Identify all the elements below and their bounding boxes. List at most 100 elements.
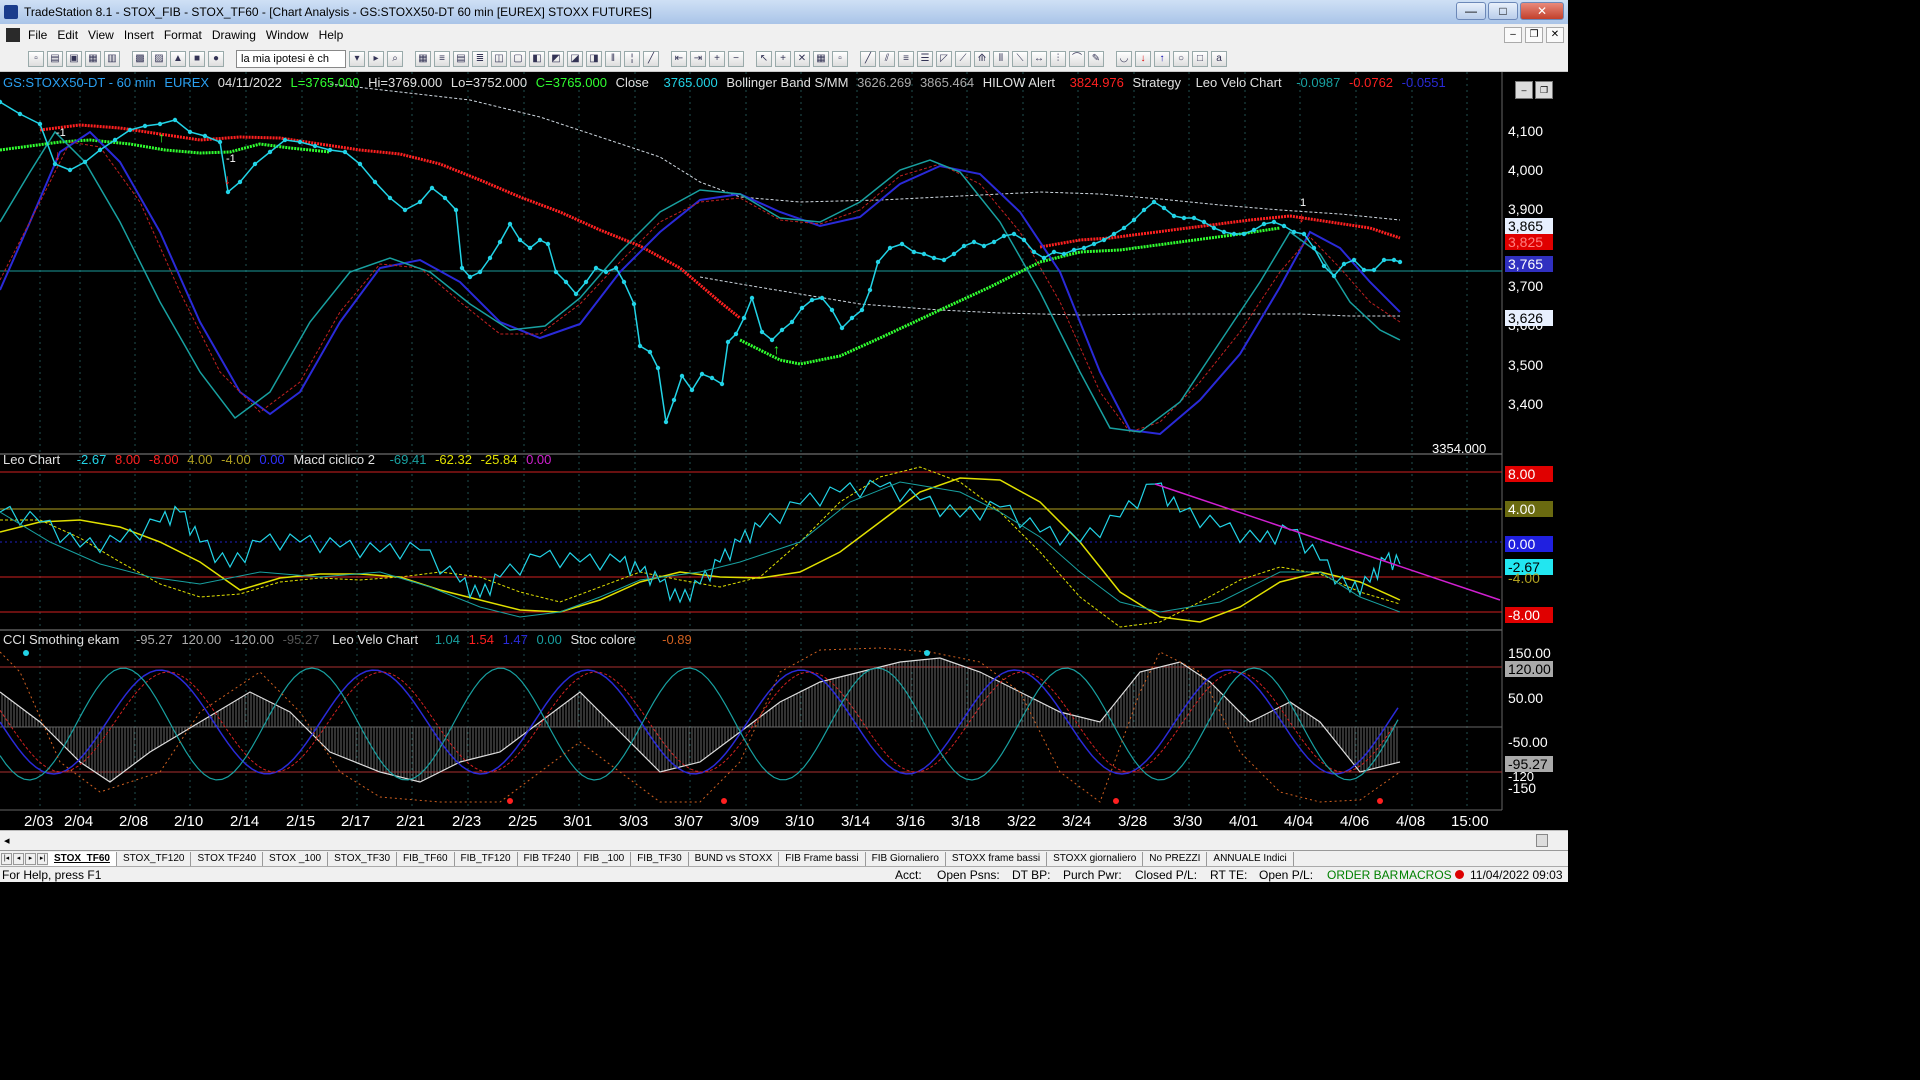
tab-no-prezzi[interactable]: No PREZZI <box>1143 851 1208 866</box>
chevron-down-icon[interactable]: ▾ <box>349 50 365 67</box>
time-zones-icon[interactable]: ⫶ <box>1050 50 1066 67</box>
horizontal-line-icon[interactable]: ≡ <box>898 50 914 67</box>
tab-prev-icon[interactable]: ◂ <box>13 852 24 865</box>
print-icon[interactable]: ▩ <box>132 50 148 67</box>
tab-first-icon[interactable]: |◂ <box>1 852 12 865</box>
format-icon[interactable]: ▦ <box>813 50 829 67</box>
tab-fib-tf30[interactable]: FIB_TF30 <box>631 851 689 866</box>
tools-icon[interactable]: ✕ <box>794 50 810 67</box>
document-icon[interactable] <box>6 28 20 42</box>
tab-stoxx-giornaliero[interactable]: STOXX giornaliero <box>1047 851 1144 866</box>
tab-last-icon[interactable]: ▸| <box>37 852 48 865</box>
bars-icon[interactable]: ‖ <box>605 50 621 67</box>
ellipse-icon[interactable]: ○ <box>1173 50 1189 67</box>
options-icon[interactable]: ◩ <box>548 50 564 67</box>
menu-insert[interactable]: Insert <box>124 28 162 42</box>
menu-format[interactable]: Format <box>164 28 210 42</box>
tab-stox-tf120[interactable]: STOX_TF120 <box>117 851 192 866</box>
chart-icon[interactable]: ▦ <box>415 50 431 67</box>
lock-icon[interactable]: ■ <box>189 50 205 67</box>
strategy-icon[interactable]: ◨ <box>586 50 602 67</box>
pointer-icon[interactable]: ↖ <box>756 50 772 67</box>
tab-fib-giornaliero[interactable]: FIB Giornaliero <box>866 851 946 866</box>
line-icon[interactable]: ╱ <box>643 50 659 67</box>
portfolio-icon[interactable]: ◪ <box>567 50 583 67</box>
matrix-icon[interactable]: ▤ <box>453 50 469 67</box>
radar-icon[interactable]: ≡ <box>434 50 450 67</box>
blank-icon[interactable]: ▫ <box>832 50 848 67</box>
arc-line-icon[interactable]: ◡ <box>1116 50 1132 67</box>
chart-canvas[interactable]: -1 -1 1 -1 ↓ ↓ ↑ ↑ ↓ <box>0 72 1568 830</box>
order-bar-button[interactable]: ORDER BAR <box>1327 868 1398 882</box>
pane-minimize-button[interactable]: – <box>1515 81 1533 99</box>
hotlist-icon[interactable]: ≣ <box>472 50 488 67</box>
alert-icon[interactable]: ▲ <box>170 50 186 67</box>
close-button[interactable]: ✕ <box>1520 2 1564 20</box>
print-preview-icon[interactable]: ▨ <box>151 50 167 67</box>
scrollbar-thumb[interactable] <box>1536 834 1548 847</box>
macros-button[interactable]: MACROS <box>1399 868 1452 882</box>
scroll-right-icon[interactable]: ⇥ <box>690 50 706 67</box>
pane-restore-button[interactable]: ❐ <box>1535 81 1553 99</box>
tab-fib-tf120[interactable]: FIB_TF120 <box>455 851 518 866</box>
arc-icon[interactable]: ⌒ <box>1069 50 1085 67</box>
regression-icon[interactable]: ⟍ <box>1012 50 1028 67</box>
andrews-icon[interactable]: ⟰ <box>974 50 990 67</box>
tab-fib-tf240[interactable]: FIB TF240 <box>518 851 578 866</box>
candles-icon[interactable]: ¦ <box>624 50 640 67</box>
tab-stoxx-frame-bassi[interactable]: STOXX frame bassi <box>946 851 1048 866</box>
fibonacci-icon[interactable]: ☰ <box>917 50 933 67</box>
crosshair-icon[interactable]: + <box>775 50 791 67</box>
cycle-icon[interactable]: ⦀ <box>993 50 1009 67</box>
menu-drawing[interactable]: Drawing <box>212 28 264 42</box>
paste-icon[interactable]: ▥ <box>104 50 120 67</box>
play-icon[interactable]: ▸ <box>368 50 384 67</box>
arrow-lr-icon[interactable]: ↔ <box>1031 50 1047 67</box>
new-icon[interactable]: ▫ <box>28 50 44 67</box>
scroll-left-arrow-icon[interactable]: ◂ <box>4 834 10 847</box>
arrow-up-icon[interactable]: ↑ <box>1154 50 1170 67</box>
mdi-minimize-button[interactable]: – <box>1504 27 1522 43</box>
tab-stox-tf240[interactable]: STOX TF240 <box>191 851 264 866</box>
tab-bund-vs-stoxx[interactable]: BUND vs STOXX <box>689 851 780 866</box>
mdi-restore-button[interactable]: ❐ <box>1525 27 1543 43</box>
speed-lines-icon[interactable]: ⟋ <box>955 50 971 67</box>
channel-icon[interactable]: ⫽ <box>879 50 895 67</box>
tab-stox-tf60[interactable]: STOX_TF60 <box>48 851 117 866</box>
save-icon[interactable]: ▣ <box>66 50 82 67</box>
mdi-close-button[interactable]: ✕ <box>1546 27 1564 43</box>
maximize-button[interactable]: □ <box>1488 2 1518 20</box>
open-icon[interactable]: ▤ <box>47 50 63 67</box>
pen-icon[interactable]: ✎ <box>1088 50 1104 67</box>
trendline-icon[interactable]: ╱ <box>860 50 876 67</box>
quote-icon[interactable]: ◫ <box>491 50 507 67</box>
menu-view[interactable]: View <box>88 28 122 42</box>
copy-icon[interactable]: ▦ <box>85 50 101 67</box>
tab-fib-frame-bassi[interactable]: FIB Frame bassi <box>779 851 866 866</box>
search-icon[interactable]: ⌕ <box>387 50 403 67</box>
text-icon[interactable]: a <box>1211 50 1227 67</box>
menu-edit[interactable]: Edit <box>57 28 86 42</box>
rectangle-icon[interactable]: □ <box>1192 50 1208 67</box>
menu-help[interactable]: Help <box>319 28 352 42</box>
zoom-out-icon[interactable]: − <box>728 50 744 67</box>
tab-stox-tf30[interactable]: STOX_TF30 <box>328 851 398 866</box>
tab-stox-100[interactable]: STOX _100 <box>263 851 329 866</box>
menu-window[interactable]: Window <box>266 28 317 42</box>
zoom-in-icon[interactable]: + <box>709 50 725 67</box>
arrow-down-icon[interactable]: ↓ <box>1135 50 1151 67</box>
tab-next-icon[interactable]: ▸ <box>25 852 36 865</box>
tab-fib-100[interactable]: FIB _100 <box>578 851 632 866</box>
tab-fib-tf60[interactable]: FIB_TF60 <box>397 851 455 866</box>
gann-icon[interactable]: ◸ <box>936 50 952 67</box>
scanner-icon[interactable]: ◧ <box>529 50 545 67</box>
minimize-button[interactable]: — <box>1456 2 1486 20</box>
news-icon[interactable]: ▢ <box>510 50 526 67</box>
workspace-select[interactable]: la mia ipotesi è ch <box>236 49 346 68</box>
globe-icon[interactable]: ● <box>208 50 224 67</box>
horizontal-scrollbar[interactable]: ◂ <box>0 830 1568 850</box>
tab-annuale-indici[interactable]: ANNUALE Indici <box>1207 851 1294 866</box>
scroll-left-icon[interactable]: ⇤ <box>671 50 687 67</box>
menu-file[interactable]: File <box>28 28 55 42</box>
chart-window[interactable]: -1 -1 1 -1 ↓ ↓ ↑ ↑ ↓ <box>0 72 1568 878</box>
